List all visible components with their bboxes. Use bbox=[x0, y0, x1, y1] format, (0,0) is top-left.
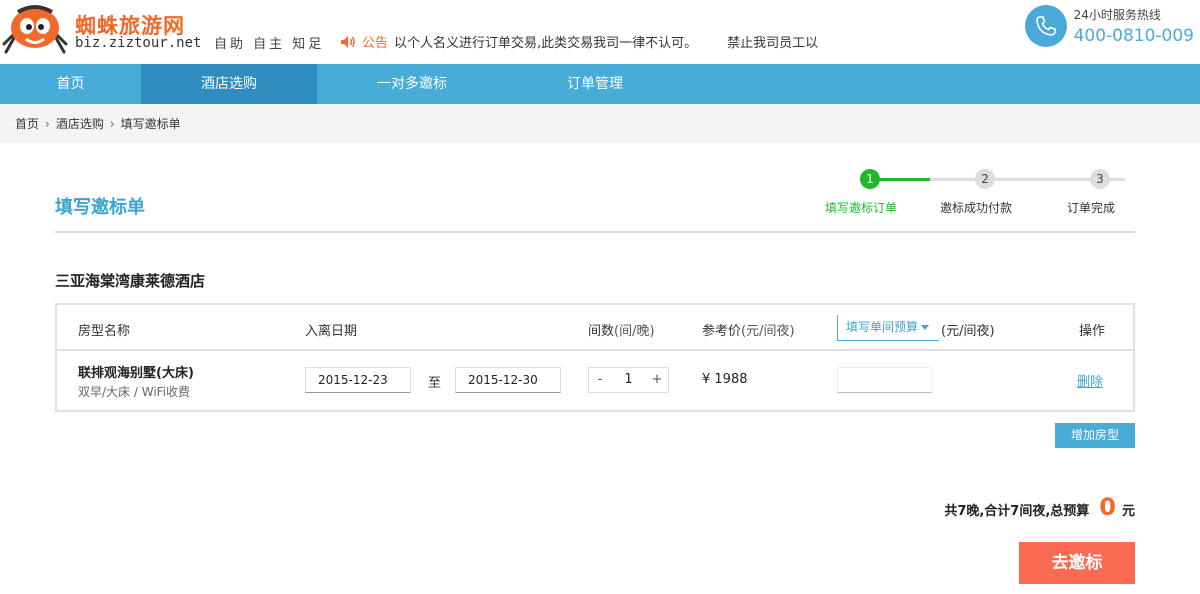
header-rooms-unit: (间/晚) bbox=[614, 324, 655, 339]
chevron-right-icon: › bbox=[45, 116, 50, 131]
table-header: 房型名称 入离日期 间数(间/晚) 参考价(元/间夜) 填写单间预算 (元/间夜… bbox=[57, 305, 1133, 351]
add-room-button[interactable]: 增加房型 bbox=[1055, 423, 1135, 448]
slogan: 自助 自主 知足 bbox=[214, 37, 325, 52]
header-room-type: 房型名称 bbox=[78, 324, 131, 339]
caret-down-icon bbox=[921, 325, 930, 330]
room-count-stepper: - 1 + bbox=[588, 367, 669, 393]
nav-item-hotel-shopping[interactable]: 酒店选购 bbox=[141, 64, 317, 104]
progress-steps: 1 2 3 填写邀标订单 邀标成功付款 订单完成 bbox=[825, 168, 1135, 218]
step-2-label: 邀标成功付款 bbox=[940, 201, 1013, 215]
budget-select[interactable]: 填写单间预算 bbox=[837, 315, 939, 341]
summary-amount: 0 bbox=[1099, 493, 1116, 521]
phone-icon bbox=[1024, 5, 1067, 47]
summary-text: 共7晚,合计7间夜,总预算 bbox=[944, 504, 1090, 519]
room-table: 房型名称 入离日期 间数(间/晚) 参考价(元/间夜) 填写单间预算 (元/间夜… bbox=[55, 303, 1135, 412]
title-divider bbox=[55, 231, 1135, 233]
header-ref-price-unit: (元/间夜) bbox=[741, 324, 795, 339]
nav-item-orders[interactable]: 订单管理 bbox=[507, 64, 683, 104]
hotline: 24小时服务热线 400-0810-009 bbox=[1024, 5, 1194, 47]
main-nav: 首页 酒店选购 一对多邀标 订单管理 bbox=[0, 64, 1200, 104]
step-3-dot: 3 bbox=[1090, 169, 1110, 189]
delete-link[interactable]: 删除 bbox=[1077, 371, 1103, 390]
budget-input[interactable] bbox=[837, 367, 932, 393]
summary-currency: 元 bbox=[1121, 504, 1135, 519]
header-dates: 入离日期 bbox=[305, 324, 358, 339]
room-name: 联排观海别墅(大床) bbox=[78, 366, 194, 381]
site-domain: biz.ziztour.net bbox=[75, 35, 202, 51]
notice-bar: 公告 以个人名义进行订单交易,此类交易我司一律不认可。 禁止我司员工以 bbox=[340, 32, 840, 51]
check-out-date-input[interactable]: 2015-12-30 bbox=[455, 367, 561, 393]
nav-item-bidding[interactable]: 一对多邀标 bbox=[317, 64, 507, 104]
header-budget-unit: (元/间夜) bbox=[941, 324, 995, 339]
room-count-value[interactable]: 1 bbox=[611, 368, 646, 392]
step-3-label: 订单完成 bbox=[1067, 201, 1116, 215]
header-rooms: 间数(间/晚) bbox=[588, 320, 655, 339]
step-1-label: 填写邀标订单 bbox=[825, 201, 898, 215]
header-rooms-label: 间数 bbox=[588, 324, 615, 339]
date-to-label: 至 bbox=[428, 376, 442, 391]
check-in-date-input[interactable]: 2015-12-23 bbox=[305, 367, 411, 393]
step-2-dot: 2 bbox=[975, 169, 995, 189]
header-ref-price-label: 参考价 bbox=[702, 324, 742, 339]
submit-bid-button[interactable]: 去邀标 bbox=[1019, 542, 1135, 584]
room-desc: 双早/大床 / WiFi收费 bbox=[78, 385, 191, 399]
hotel-name: 三亚海棠湾康莱德酒店 bbox=[55, 272, 206, 290]
nav-item-home[interactable]: 首页 bbox=[0, 64, 141, 104]
budget-summary: 共7晚,合计7间夜,总预算 0 元 bbox=[944, 493, 1135, 521]
budget-select-label: 填写单间预算 bbox=[846, 320, 919, 334]
breadcrumb-hotel-shopping[interactable]: 酒店选购 bbox=[56, 115, 104, 132]
table-row: 联排观海别墅(大床) 双早/大床 / WiFi收费 2015-12-23 至 2… bbox=[57, 351, 1133, 410]
step-1-dot: 1 bbox=[860, 169, 880, 189]
increment-button[interactable]: + bbox=[646, 368, 668, 392]
hotline-title: 24小时服务热线 bbox=[1073, 8, 1161, 22]
chevron-right-icon: › bbox=[109, 116, 115, 131]
notice-text-2[interactable]: 禁止我司员工以 bbox=[727, 32, 818, 51]
notice-text[interactable]: 以个人名义进行订单交易,此类交易我司一律不认可。 bbox=[394, 32, 697, 51]
breadcrumb-home[interactable]: 首页 bbox=[15, 115, 39, 132]
header-ref-price: 参考价(元/间夜) bbox=[702, 320, 795, 339]
breadcrumb-current: 填写邀标单 bbox=[120, 117, 181, 131]
speaker-icon bbox=[341, 35, 355, 48]
spider-logo-icon[interactable] bbox=[0, 2, 70, 56]
breadcrumb: 首页 › 酒店选购 › 填写邀标单 bbox=[0, 104, 1200, 143]
page-title: 填写邀标单 bbox=[55, 197, 145, 218]
hotline-number: 400-0810-009 bbox=[1073, 26, 1194, 46]
header-action: 操作 bbox=[1079, 324, 1106, 339]
decrement-button[interactable]: - bbox=[589, 368, 611, 392]
top-header: 蜘蛛旅游网 biz.ziztour.net 自助 自主 知足 公告 以个人名义进… bbox=[0, 0, 1200, 64]
reference-price: ¥ 1988 bbox=[702, 372, 748, 387]
notice-label: 公告 bbox=[362, 36, 389, 51]
